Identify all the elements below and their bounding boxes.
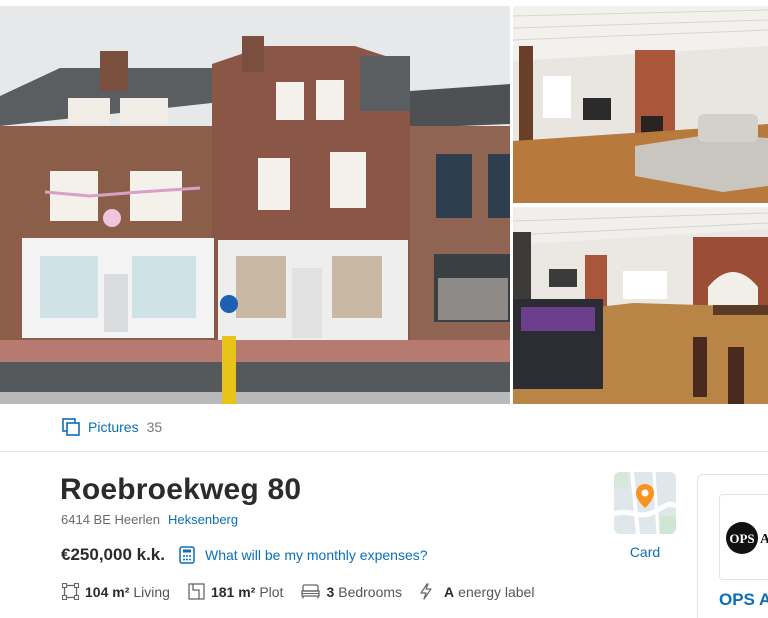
pictures-icon: [62, 418, 80, 436]
agent-logo-image: OPS AI: [720, 495, 768, 579]
bedrooms-label: Bedrooms: [338, 583, 403, 600]
feature-living-area: 104 m² Living: [62, 583, 170, 600]
section-divider: [0, 451, 768, 452]
facade-photo-image: [0, 6, 510, 404]
map-icon: [614, 472, 676, 534]
plot-area-label: Plot: [259, 583, 284, 600]
kitchen-bar-image: [513, 207, 768, 404]
feature-plot-area: 181 m² Plot: [188, 583, 283, 600]
bedrooms-value: 3: [326, 583, 335, 600]
plot-area-value: 181 m²: [210, 583, 256, 600]
map-link[interactable]: Card: [614, 544, 676, 560]
main-photo[interactable]: [0, 6, 510, 404]
kitchen-bar-photo[interactable]: [513, 207, 768, 404]
asking-price: €250,000 k.k.: [61, 545, 165, 564]
monthly-expenses-link[interactable]: What will be my monthly expenses?: [205, 547, 428, 563]
price-row: €250,000 k.k. What will be my monthly ex…: [61, 545, 428, 565]
living-area-label: Living: [133, 583, 170, 600]
lightning-icon: [420, 583, 432, 600]
bed-icon: [301, 584, 321, 599]
feature-bedrooms: 3 Bedrooms: [301, 584, 402, 600]
calculator-icon[interactable]: [179, 546, 195, 564]
living-room-photo[interactable]: [513, 6, 768, 203]
pictures-link[interactable]: Pictures 35: [62, 418, 162, 436]
feature-list: 104 m² Living 181 m² Plot 3 Bedrooms A e…: [62, 583, 552, 600]
svg-text:AI: AI: [760, 532, 768, 547]
living-area-icon: [62, 583, 79, 600]
agent-name-link[interactable]: OPS A: [719, 590, 768, 610]
energy-label-text: energy label: [458, 583, 535, 600]
living-room-image: [513, 6, 768, 203]
feature-energy-label: A energy label: [420, 583, 534, 600]
listing-address: Roebroekweg 80: [60, 473, 302, 506]
postcode-city: 6414 BE Heerlen: [61, 512, 161, 527]
energy-label-value: A: [444, 583, 455, 600]
agent-card: OPS AI OPS A: [697, 474, 768, 618]
plot-area-icon: [188, 583, 205, 600]
neighbourhood-link[interactable]: Heksenberg: [168, 512, 238, 527]
agent-logo[interactable]: OPS AI: [719, 494, 768, 580]
svg-text:OPS: OPS: [729, 531, 754, 546]
map-thumbnail[interactable]: [614, 472, 676, 534]
pictures-label: Pictures: [88, 419, 139, 435]
pictures-count: 35: [146, 419, 163, 435]
living-area-value: 104 m²: [85, 583, 130, 600]
photo-gallery: [0, 0, 768, 404]
address-subline: 6414 BE Heerlen Heksenberg: [61, 512, 238, 527]
